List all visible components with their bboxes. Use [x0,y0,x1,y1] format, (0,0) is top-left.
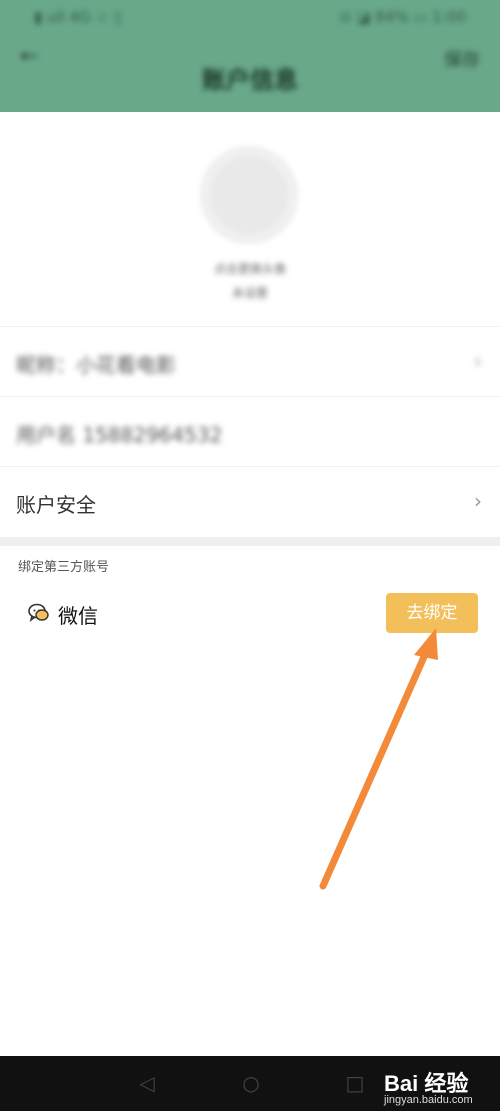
profile-subtitle: 未设置 [231,286,268,300]
section-divider [0,537,500,546]
row-username: 用户名 15882964532 [0,396,500,466]
chevron-right-icon: › [474,349,482,373]
status-bar: ▮ ull 4G ☆ ▯ ⊙ ◪ 84% ▭ 1:00 [0,0,500,36]
wechat-label: 微信 [58,604,98,628]
row-account-security-label: 账户安全 [16,493,96,517]
status-left: ▮ ull 4G ☆ ▯ [34,8,123,26]
nav-recents-icon[interactable]: □ [340,1068,370,1098]
avatar[interactable] [203,149,295,241]
nav-back-icon[interactable]: ◁ [132,1068,162,1098]
row-nickname[interactable]: 昵称：小花看电影 › [0,326,500,396]
row-account-security[interactable]: 账户安全 › [0,466,500,536]
row-username-label: 用户名 15882964532 [16,423,223,447]
wechat-icon [28,603,49,622]
nav-home-icon[interactable]: ○ [236,1068,266,1098]
watermark-logo: Bai 经验 jingyan.baidu.com [384,1066,494,1106]
status-right: ⊙ ◪ 84% ▭ 1:00 [338,8,466,26]
save-button[interactable]: 保存 [444,46,480,72]
profile-section: 点击更换头像 未设置 [0,112,500,326]
chevron-right-icon: › [474,489,482,513]
profile-nickname: 点击更换头像 [213,262,286,276]
page-title: 账户信息 [202,66,298,94]
third-party-section-title: 绑定第三方账号 [18,560,110,575]
watermark-url: jingyan.baidu.com [384,1094,473,1106]
wechat-bind-row: 微信 去绑定 [0,586,500,642]
row-nickname-label: 昵称：小花看电影 [16,353,176,377]
bind-wechat-button[interactable]: 去绑定 [386,593,478,633]
header-bar: ▮ ull 4G ☆ ▯ ⊙ ◪ 84% ▭ 1:00 ← 账户信息 保存 [0,0,500,112]
